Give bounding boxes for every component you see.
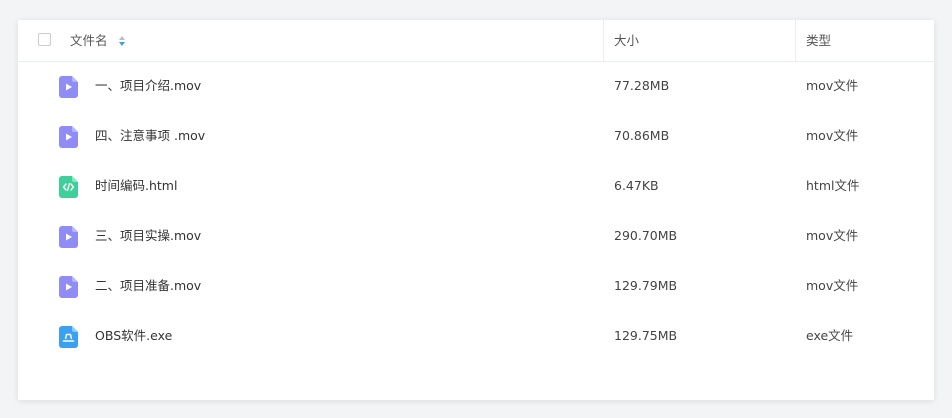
video-file-icon — [59, 126, 78, 148]
sort-icon[interactable] — [118, 34, 126, 48]
file-size: 77.28MB — [614, 78, 670, 93]
table-row[interactable]: 一、项目介绍.mov 77.28MB mov文件 — [18, 61, 934, 111]
table-row[interactable]: OBS软件.exe 129.75MB exe文件 — [18, 311, 934, 361]
file-type: mov文件 — [806, 78, 859, 93]
video-file-icon — [59, 276, 78, 298]
column-header-size-label: 大小 — [614, 33, 640, 48]
column-header-name-label: 文件名 — [70, 33, 108, 48]
file-type: html文件 — [806, 178, 860, 193]
column-header-size[interactable]: 大小 — [603, 20, 796, 61]
file-type: mov文件 — [806, 228, 859, 243]
video-file-icon — [59, 76, 78, 98]
table-row[interactable]: 时间编码.html 6.47KB html文件 — [18, 161, 934, 211]
file-list-panel: 文件名 大小 类型 一、项目介绍.mov 77.28MB mov文件 四、注意事… — [18, 20, 934, 400]
column-header-type-label: 类型 — [806, 33, 832, 48]
code-file-icon — [59, 176, 78, 198]
file-name[interactable]: 三、项目实操.mov — [95, 228, 201, 244]
file-name[interactable]: 四、注意事项 .mov — [95, 128, 205, 144]
file-size: 129.75MB — [614, 328, 678, 343]
column-header-type[interactable]: 类型 — [795, 20, 935, 61]
file-type: mov文件 — [806, 278, 859, 293]
file-size: 70.86MB — [614, 128, 670, 143]
file-name[interactable]: 二、项目准备.mov — [95, 278, 201, 294]
exe-file-icon — [59, 326, 78, 348]
file-name[interactable]: 时间编码.html — [95, 178, 177, 194]
column-header-name[interactable]: 文件名 — [18, 20, 603, 61]
file-size: 290.70MB — [614, 228, 678, 243]
file-name[interactable]: 一、项目介绍.mov — [95, 78, 201, 94]
file-size: 6.47KB — [614, 178, 659, 193]
select-all-checkbox[interactable] — [38, 33, 51, 46]
table-row[interactable]: 二、项目准备.mov 129.79MB mov文件 — [18, 261, 934, 311]
file-size: 129.79MB — [614, 278, 678, 293]
file-type: mov文件 — [806, 128, 859, 143]
video-file-icon — [59, 226, 78, 248]
file-type: exe文件 — [806, 328, 854, 343]
file-name[interactable]: OBS软件.exe — [95, 328, 172, 344]
table-row[interactable]: 四、注意事项 .mov 70.86MB mov文件 — [18, 111, 934, 161]
table-header: 文件名 大小 类型 — [18, 20, 934, 62]
table-row[interactable]: 三、项目实操.mov 290.70MB mov文件 — [18, 211, 934, 261]
